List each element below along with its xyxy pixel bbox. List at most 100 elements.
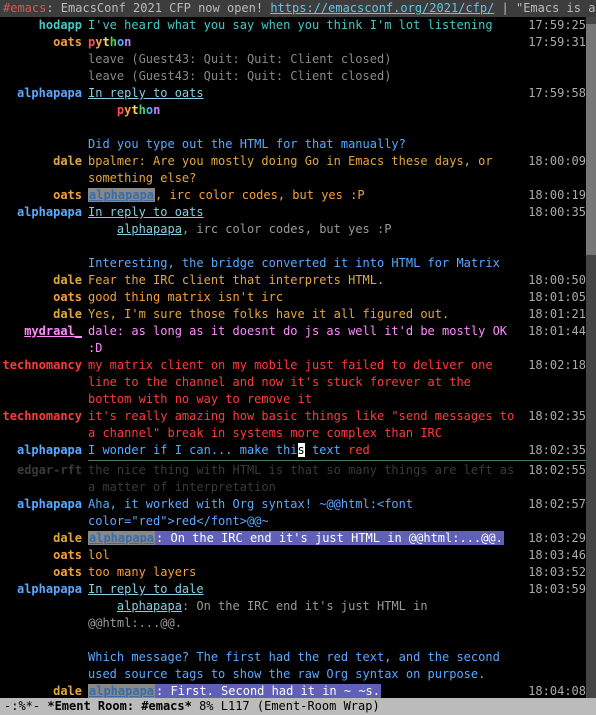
message-row: alphapapa I wonder if I can... make this… <box>0 442 586 459</box>
message-row: oats good thing matrix isn't irc 18:01:0… <box>0 289 586 306</box>
message-row: edgar-rft the nice thing with HTML is th… <box>0 462 586 496</box>
timestamp: 18:03:59 <box>516 581 586 598</box>
timestamp: 18:01:21 <box>516 306 586 323</box>
reply-link[interactable]: In reply to <box>88 582 175 596</box>
message-text: the nice thing with HTML is that so many… <box>88 462 516 496</box>
nick: dale <box>0 153 88 170</box>
reply-link[interactable]: In reply to <box>88 86 175 100</box>
message-row: dale alphapapa: First. Second had it in … <box>0 683 586 698</box>
nick: technomancy <box>0 357 88 374</box>
reply-link[interactable]: In reply to <box>88 205 175 219</box>
nick: dale <box>0 272 88 289</box>
message-row: Did you type out the HTML for that manua… <box>0 136 586 153</box>
message-text: Yes, I'm sure those folks have it all fi… <box>88 306 516 323</box>
mention-alphapapa[interactable]: alphapapa <box>88 531 155 545</box>
message-area[interactable]: hodapp I've heard what you say when you … <box>0 17 586 698</box>
timestamp: 18:02:55 <box>516 462 586 479</box>
nick: dale <box>0 683 88 698</box>
message-text: Interesting, the bridge converted it int… <box>88 255 516 272</box>
timestamp: 18:03:52 <box>516 564 586 581</box>
message-text: I wonder if I can... make this text red <box>88 442 516 459</box>
message-row: python <box>0 102 586 119</box>
timestamp: 18:04:08 <box>516 683 586 698</box>
system-row: leave (Guest43: Quit: Quit: Client close… <box>0 68 586 85</box>
mode-line: -:%*- *Ement Room: #emacs* 8% L117 (Emen… <box>0 698 596 715</box>
message-row: dale Yes, I'm sure those folks have it a… <box>0 306 586 323</box>
reply-nick[interactable]: oats <box>175 205 204 219</box>
message-row: oats too many layers 18:03:52 <box>0 564 586 581</box>
nick: edgar-rft <box>0 462 88 479</box>
message-text: Which message? The first had the red tex… <box>88 649 516 683</box>
message-row: dale alphapapa: On the IRC end it's just… <box>0 530 586 547</box>
message-text: In reply to oats <box>88 85 516 102</box>
system-message: leave (Guest43: Quit: Quit: Client close… <box>88 51 516 68</box>
timestamp: 17:59:31 <box>516 34 586 51</box>
message-text: too many layers <box>88 564 516 581</box>
message-row: alphapapa In reply to dale 18:03:59 <box>0 581 586 598</box>
message-text: In reply to dale <box>88 581 516 598</box>
separator-line <box>88 460 586 461</box>
timestamp: 18:02:18 <box>516 357 586 374</box>
channel-name: #emacs <box>3 1 46 15</box>
scrollbar-thumb[interactable] <box>586 24 596 256</box>
message-text: alphapapa, irc color codes, but yes :P <box>88 221 516 238</box>
nick: oats <box>0 547 88 564</box>
message-row: hodapp I've heard what you say when you … <box>0 17 586 34</box>
mention-alphapapa[interactable]: alphapapa <box>117 599 182 613</box>
message-row: alphapapa In reply to oats 17:59:58 <box>0 85 586 102</box>
nick: oats <box>0 34 88 51</box>
timestamp: 18:00:09 <box>516 153 586 170</box>
timestamp: 17:59:58 <box>516 85 586 102</box>
reply-nick[interactable]: dale <box>175 582 204 596</box>
nick: alphapapa <box>0 204 88 221</box>
nick: hodapp <box>0 17 88 34</box>
message-row: oats python 17:59:31 <box>0 34 586 51</box>
timestamp: 17:59:25 <box>516 17 586 34</box>
system-row: leave (Guest43: Quit: Quit: Client close… <box>0 51 586 68</box>
topic-tail: | "Emacs is a co <box>494 1 596 15</box>
nick: mydraal_ <box>0 323 88 340</box>
message-row: mydraal_ dale: as long as it doesnt do j… <box>0 323 586 357</box>
spacer <box>0 632 586 649</box>
timestamp: 18:03:46 <box>516 547 586 564</box>
timestamp: 18:02:57 <box>516 496 586 513</box>
timestamp: 18:01:44 <box>516 323 586 340</box>
timestamp: 18:03:29 <box>516 530 586 547</box>
timestamp: 18:00:35 <box>516 204 586 221</box>
spacer <box>0 238 586 255</box>
message-text: good thing matrix isn't irc <box>88 289 516 306</box>
message-text: python <box>88 34 516 51</box>
spacer <box>0 119 586 136</box>
nick: dale <box>0 306 88 323</box>
message-row: oats alphapapa, irc color codes, but yes… <box>0 187 586 204</box>
scrollbar[interactable] <box>586 17 596 698</box>
message-text: lol <box>88 547 516 564</box>
message-row: alphapapa: On the IRC end it's just HTML… <box>0 598 586 632</box>
message-text: dale: as long as it doesnt do js as well… <box>88 323 516 357</box>
timestamp: 18:00:19 <box>516 187 586 204</box>
message-row: Which message? The first had the red tex… <box>0 649 586 683</box>
message-text: my matrix client on my mobile just faile… <box>88 357 516 408</box>
message-row: dale Fear the IRC client that interprets… <box>0 272 586 289</box>
buffer-name: *Ement Room: #emacs* <box>47 699 192 713</box>
message-row: technomancy it's really amazing how basi… <box>0 408 586 442</box>
nick: oats <box>0 289 88 306</box>
reply-nick[interactable]: oats <box>175 86 204 100</box>
message-text: Aha, it worked with Org syntax! ~@@html:… <box>88 496 516 530</box>
mention-alphapapa[interactable]: alphapapa <box>117 222 182 236</box>
mention-alphapapa[interactable]: alphapapa <box>88 188 155 202</box>
mention-alphapapa[interactable]: alphapapa <box>88 684 155 698</box>
nick: oats <box>0 564 88 581</box>
topic-url[interactable]: https://emacsconf.org/2021/cfp/ <box>270 1 494 15</box>
message-row: alphapapa Aha, it worked with Org syntax… <box>0 496 586 530</box>
message-text: alphapapa: On the IRC end it's just HTML… <box>88 530 516 547</box>
message-row: dale bpalmer: Are you mostly doing Go in… <box>0 153 586 187</box>
timestamp: 18:00:50 <box>516 272 586 289</box>
topic-text: : EmacsConf 2021 CFP now open! <box>46 1 270 15</box>
timestamp: 18:02:35 <box>516 408 586 425</box>
message-text: bpalmer: Are you mostly doing Go in Emac… <box>88 153 516 187</box>
nick: alphapapa <box>0 496 88 513</box>
message-text: alphapapa: First. Second had it in ~ ~s. <box>88 683 516 698</box>
nick: dale <box>0 530 88 547</box>
message-row: alphapapa In reply to oats 18:00:35 <box>0 204 586 221</box>
